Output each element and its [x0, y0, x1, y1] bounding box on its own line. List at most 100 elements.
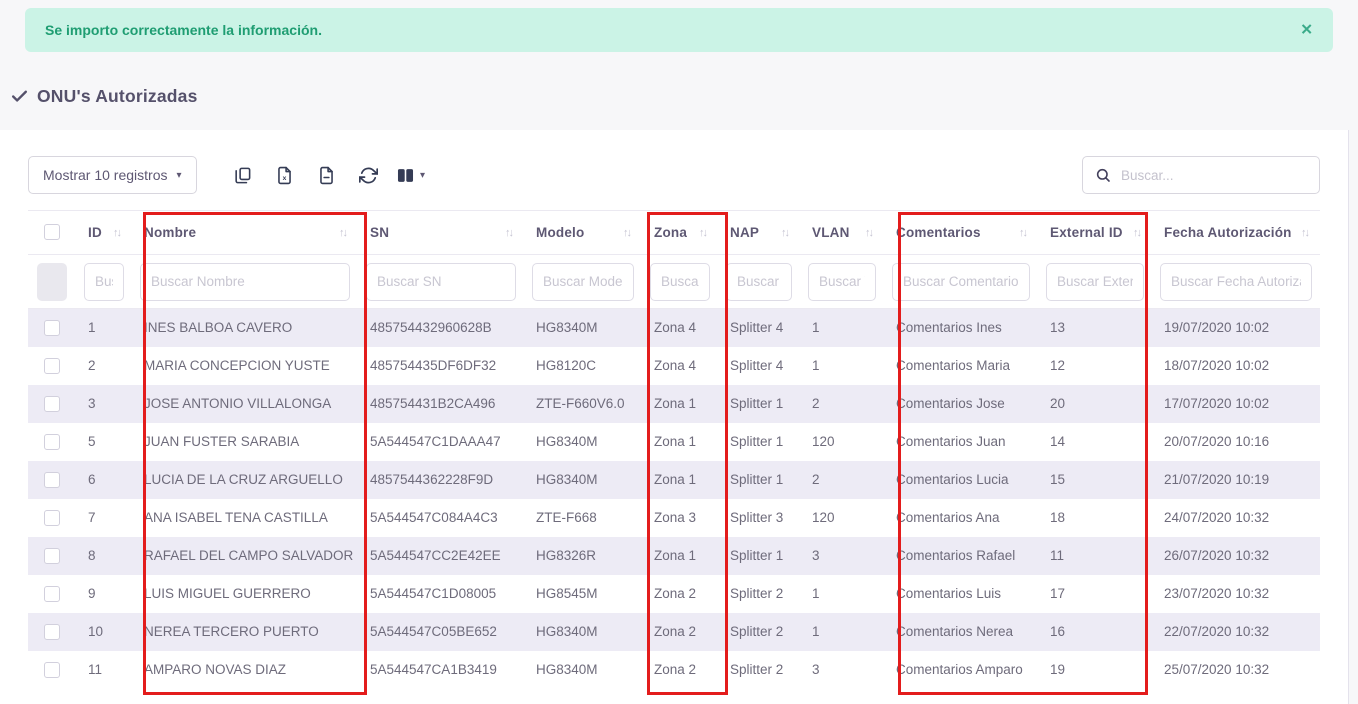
cell-nombre: INES BALBOA CAVERO	[132, 309, 358, 347]
chevron-down-icon	[176, 170, 181, 181]
sort-icon[interactable]	[113, 227, 120, 239]
cell-nombre: LUIS MIGUEL GUERRERO	[132, 575, 358, 613]
sort-icon[interactable]	[623, 227, 630, 239]
row-checkbox[interactable]	[44, 358, 60, 374]
column-header-zona[interactable]: Zona	[642, 211, 718, 255]
cell-zona: Zona 4	[642, 309, 718, 347]
copy-icon[interactable]	[223, 158, 263, 192]
table-header-row: IDNombre SN Modelo ZonaNAP VLAN ComentariosEx…	[28, 211, 1320, 255]
sort-icon[interactable]	[1301, 227, 1308, 239]
cell-nombre: ANA ISABEL TENA CASTILLA	[132, 499, 358, 537]
sort-icon[interactable]	[781, 227, 788, 239]
export-file-icon[interactable]	[307, 158, 347, 192]
cell-vlan: 1	[800, 575, 884, 613]
cell-nombre: JUAN FUSTER SARABIA	[132, 423, 358, 461]
refresh-icon[interactable]	[349, 158, 389, 192]
column-label: Modelo	[536, 225, 584, 240]
row-checkbox[interactable]	[44, 472, 60, 488]
cell-sn: 4857544362228F9D	[358, 461, 524, 499]
table-toolbar: Mostrar 10 registros x	[28, 156, 1320, 194]
cell-vlan: 1	[800, 613, 884, 651]
row-checkbox[interactable]	[44, 586, 60, 602]
sort-icon[interactable]	[865, 227, 872, 239]
filter-cell-id	[76, 255, 132, 309]
row-checkbox[interactable]	[44, 396, 60, 412]
table-row: 11AMPARO NOVAS DIAZ5A544547CA1B3419HG834…	[28, 651, 1320, 689]
cell-external_id: 14	[1038, 423, 1152, 461]
column-header-modelo[interactable]: Modelo	[524, 211, 642, 255]
cell-external_id: 17	[1038, 575, 1152, 613]
filter-input-zona[interactable]	[650, 263, 710, 301]
columns-visibility-icon[interactable]	[391, 158, 431, 192]
filter-input-comentarios[interactable]	[892, 263, 1030, 301]
cell-external_id: 20	[1038, 385, 1152, 423]
filter-input-external_id[interactable]	[1046, 263, 1144, 301]
filter-cell-sn	[358, 255, 524, 309]
table-card: Mostrar 10 registros x	[0, 130, 1349, 704]
sort-icon[interactable]	[339, 227, 346, 239]
select-all-header-cell	[28, 211, 76, 255]
filter-input-modelo[interactable]	[532, 263, 634, 301]
filter-input-sn[interactable]	[366, 263, 516, 301]
cell-comentarios: Comentarios Ines	[884, 309, 1038, 347]
cell-vlan: 120	[800, 423, 884, 461]
cell-comentarios: Comentarios Luis	[884, 575, 1038, 613]
column-header-comentarios[interactable]: Comentarios	[884, 211, 1038, 255]
column-header-vlan[interactable]: VLAN	[800, 211, 884, 255]
cell-modelo: HG8326R	[524, 537, 642, 575]
filter-input-id[interactable]	[84, 263, 124, 301]
row-checkbox[interactable]	[44, 510, 60, 526]
cell-zona: Zona 2	[642, 651, 718, 689]
column-label: SN	[370, 225, 389, 240]
filter-input-nombre[interactable]	[140, 263, 350, 301]
filter-input-fecha[interactable]	[1160, 263, 1312, 301]
sort-icon[interactable]	[1133, 227, 1140, 239]
cell-nap: Splitter 4	[718, 309, 800, 347]
column-header-id[interactable]: ID	[76, 211, 132, 255]
row-checkbox-cell	[28, 575, 76, 613]
onu-table: IDNombre SN Modelo ZonaNAP VLAN ComentariosEx…	[28, 210, 1320, 689]
cell-fecha: 18/07/2020 10:02	[1152, 347, 1320, 385]
filter-input-nap[interactable]	[726, 263, 792, 301]
alert-close-icon[interactable]: ✕	[1296, 19, 1317, 42]
cell-nombre: MARIA CONCEPCION YUSTE	[132, 347, 358, 385]
cell-zona: Zona 1	[642, 385, 718, 423]
row-checkbox-cell	[28, 385, 76, 423]
row-checkbox[interactable]	[44, 624, 60, 640]
cell-nombre: LUCIA DE LA CRUZ ARGUELLO	[132, 461, 358, 499]
sort-icon[interactable]	[699, 227, 706, 239]
export-excel-icon[interactable]: x	[265, 158, 305, 192]
select-all-checkbox[interactable]	[44, 224, 60, 240]
column-label: VLAN	[812, 225, 850, 240]
cell-external_id: 12	[1038, 347, 1152, 385]
cell-external_id: 18	[1038, 499, 1152, 537]
filter-disabled-cell	[28, 255, 76, 309]
show-records-dropdown[interactable]: Mostrar 10 registros	[28, 156, 197, 194]
cell-nap: Splitter 4	[718, 347, 800, 385]
row-checkbox-cell	[28, 499, 76, 537]
table-row: 1INES BALBOA CAVERO485754432960628BHG834…	[28, 309, 1320, 347]
cell-id: 2	[76, 347, 132, 385]
search-input[interactable]	[1121, 168, 1307, 183]
column-header-nap[interactable]: NAP	[718, 211, 800, 255]
cell-external_id: 11	[1038, 537, 1152, 575]
row-checkbox[interactable]	[44, 434, 60, 450]
cell-vlan: 2	[800, 461, 884, 499]
cell-nap: Splitter 1	[718, 461, 800, 499]
filter-input-vlan[interactable]	[808, 263, 876, 301]
cell-external_id: 16	[1038, 613, 1152, 651]
table-row: 3JOSE ANTONIO VILLALONGA485754431B2CA496…	[28, 385, 1320, 423]
row-checkbox[interactable]	[44, 320, 60, 336]
row-checkbox[interactable]	[44, 548, 60, 564]
table-row: 8RAFAEL DEL CAMPO SALVADOR5A544547CC2E42…	[28, 537, 1320, 575]
sort-icon[interactable]	[1019, 227, 1026, 239]
column-header-fecha[interactable]: Fecha Autorización	[1152, 211, 1320, 255]
cell-vlan: 120	[800, 499, 884, 537]
column-header-external_id[interactable]: External ID	[1038, 211, 1152, 255]
row-checkbox[interactable]	[44, 662, 60, 678]
sort-icon[interactable]	[505, 227, 512, 239]
column-header-sn[interactable]: SN	[358, 211, 524, 255]
column-header-nombre[interactable]: Nombre	[132, 211, 358, 255]
show-records-label: Mostrar 10 registros	[43, 167, 167, 183]
cell-vlan: 1	[800, 347, 884, 385]
